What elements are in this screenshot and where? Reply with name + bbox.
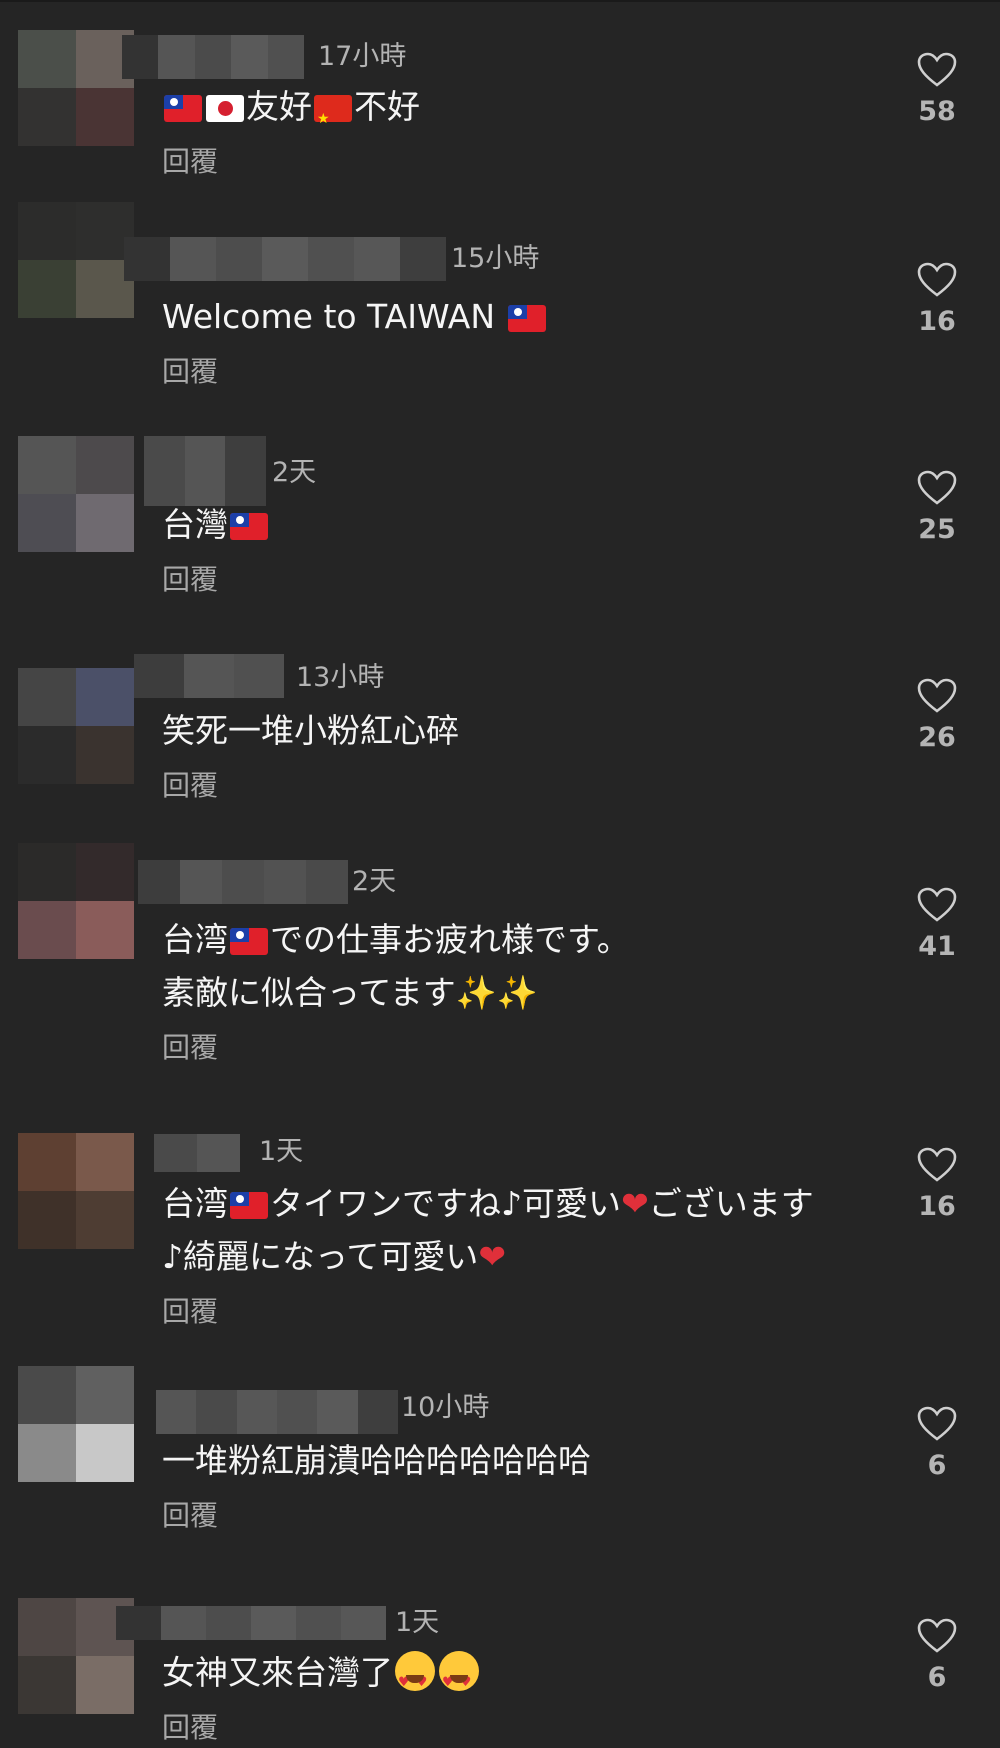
comment-text-line-2: ♪綺麗になって可愛い❤ [162,1237,507,1276]
comment-time: 13小時 [296,662,385,693]
comment-time: 1天 [395,1607,440,1638]
comment-time: 2天 [272,457,317,488]
taiwan-flag-icon [230,513,268,540]
like-count: 16 [918,1191,956,1222]
comment-text: 一堆粉紅崩潰哈哈哈哈哈哈哈 [162,1441,591,1480]
heart-eyes-emoji-icon [395,1651,435,1709]
red-heart-icon: ❤ [478,1237,507,1276]
like-button[interactable]: 16 [900,262,974,337]
reply-button[interactable]: 回覆 [162,142,218,182]
heart-eyes-emoji-icon [439,1651,479,1709]
heart-outline-icon [917,262,957,297]
reply-button[interactable]: 回覆 [162,560,218,600]
heart-outline-icon [917,52,957,87]
heart-outline-icon [917,1147,957,1182]
like-button[interactable]: 26 [900,678,974,753]
reply-button[interactable]: 回覆 [162,766,218,806]
china-flag-icon [314,93,352,146]
username-redacted[interactable] [122,35,305,79]
comment-text: Welcome to TAIWAN [162,290,548,343]
heart-outline-icon [917,470,957,505]
like-count: 16 [918,306,956,337]
avatar[interactable] [18,30,134,146]
like-count: 41 [918,931,956,962]
comment-text: 女神又來台灣了 [162,1646,481,1709]
like-count: 26 [918,722,956,753]
comment-text-line-2: 素敵に似合ってます✨✨ [162,973,538,1012]
comment-time: 17小時 [318,41,407,72]
japan-flag-icon [206,95,244,122]
avatar[interactable] [18,1366,134,1482]
username-redacted[interactable] [154,1134,240,1172]
like-button[interactable]: 16 [900,1147,974,1222]
username-redacted[interactable] [134,654,284,698]
comment-text-line-1: 台湾 タイワンですね♪可愛い❤ございます [162,1184,814,1223]
comment-text: 台灣 [162,498,270,551]
like-button[interactable]: 58 [900,52,974,127]
taiwan-flag-icon [507,305,546,332]
comment-list: 17小時 友好不好 回覆 58 15小時 Welcome to TAIWAN 回… [0,0,1000,1744]
sparkles-icon: ✨✨ [455,973,538,1012]
avatar[interactable] [18,668,134,784]
like-count: 6 [927,1662,947,1693]
comment-time: 1天 [259,1136,304,1167]
reply-button[interactable]: 回覆 [162,1292,218,1332]
comment-text: 友好不好 [162,80,420,146]
like-button[interactable]: 6 [900,1618,974,1693]
taiwan-flag-icon [230,1192,268,1219]
comment-time: 15小時 [451,243,540,274]
comment-time: 10小時 [401,1392,490,1423]
taiwan-flag-icon [230,928,268,955]
heart-outline-icon [917,1618,957,1653]
like-count: 25 [918,514,956,545]
red-heart-icon: ❤ [621,1184,649,1223]
avatar[interactable] [18,843,134,959]
username-redacted[interactable] [124,237,446,281]
username-redacted[interactable] [138,860,348,904]
username-redacted[interactable] [156,1390,398,1434]
username-redacted[interactable] [116,1606,386,1640]
avatar[interactable] [18,436,134,552]
heart-outline-icon [917,678,957,713]
taiwan-flag-icon [164,95,202,122]
like-count: 6 [927,1450,947,1481]
reply-button[interactable]: 回覆 [162,1496,218,1536]
heart-outline-icon [917,887,957,922]
reply-button[interactable]: 回覆 [162,1708,218,1748]
like-count: 58 [918,96,956,127]
like-button[interactable]: 6 [900,1406,974,1481]
comment-time: 2天 [352,866,397,897]
comment-text-line-1: 台湾 での仕事お疲れ様です。 [162,920,630,959]
avatar[interactable] [18,202,134,318]
reply-button[interactable]: 回覆 [162,352,218,392]
username-redacted[interactable] [144,436,267,506]
like-button[interactable]: 25 [900,470,974,545]
avatar[interactable] [18,1133,134,1249]
reply-button[interactable]: 回覆 [162,1028,218,1068]
comment-text: 笑死一堆小粉紅心碎 [162,711,459,750]
heart-outline-icon [917,1406,957,1441]
like-button[interactable]: 41 [900,887,974,962]
